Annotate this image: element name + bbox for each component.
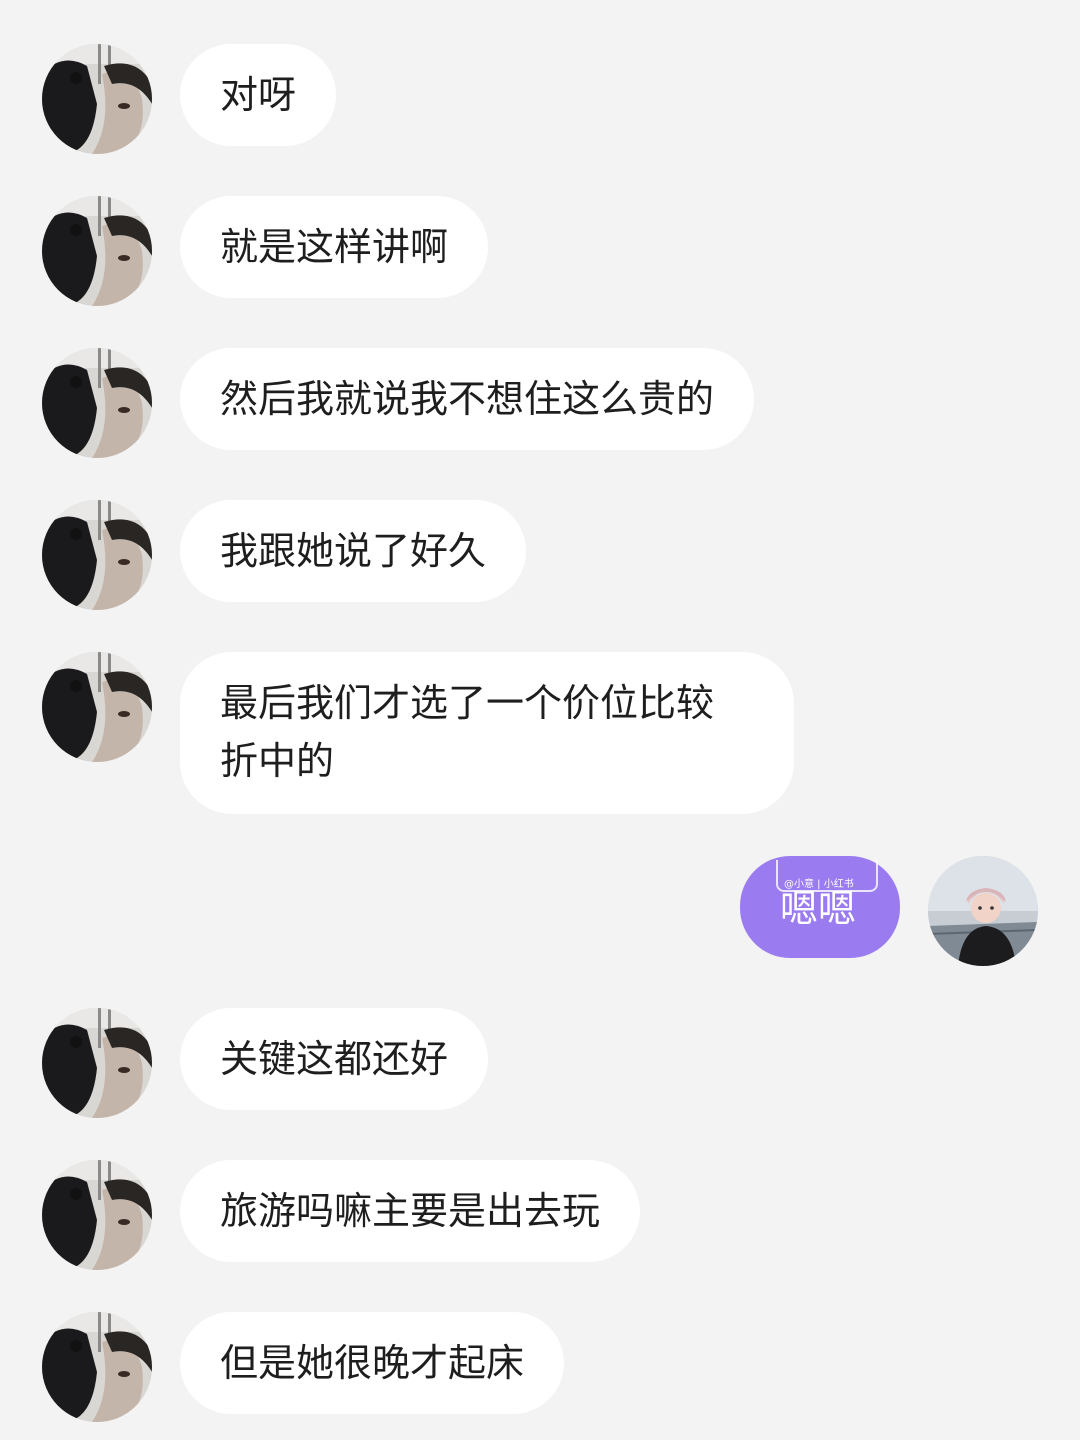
contact-avatar-icon[interactable] bbox=[42, 348, 152, 458]
message-text: 然后我就说我不想住这么贵的 bbox=[220, 377, 715, 421]
contact-avatar-icon[interactable] bbox=[42, 652, 152, 762]
message-text-line: 折中的 bbox=[220, 739, 335, 783]
message-text: 但是她很晚才起床 bbox=[220, 1341, 525, 1385]
message-text: 就是这样讲啊 bbox=[220, 225, 449, 269]
message-text: 嗯嗯 bbox=[780, 887, 857, 931]
message-bubble[interactable]: 然后我就说我不想住这么贵的 bbox=[180, 348, 755, 450]
contact-avatar-icon[interactable] bbox=[42, 44, 152, 154]
message-bubble[interactable]: 关键这都还好 bbox=[180, 1008, 489, 1110]
message-text: 关键这都还好 bbox=[220, 1037, 449, 1081]
message-bubble[interactable]: 对呀 bbox=[180, 44, 337, 146]
message-bubble[interactable]: 但是她很晚才起床 bbox=[180, 1312, 565, 1414]
message-text: 旅游吗嘛主要是出去玩 bbox=[220, 1189, 601, 1233]
contact-avatar-icon[interactable] bbox=[42, 1008, 152, 1118]
message-bubble[interactable]: 就是这样讲啊 bbox=[180, 196, 489, 298]
contact-avatar-icon[interactable] bbox=[42, 500, 152, 610]
message-bubble[interactable]: 最后我们才选了一个价位比较 折中的 bbox=[180, 652, 794, 814]
contact-avatar-icon[interactable] bbox=[42, 1312, 152, 1422]
message-text-line: 最后我们才选了一个价位比较 bbox=[220, 681, 715, 725]
message-text: 对呀 bbox=[220, 73, 297, 117]
message-bubble[interactable]: 我跟她说了好久 bbox=[180, 500, 527, 602]
contact-avatar-icon[interactable] bbox=[42, 1160, 152, 1270]
self-avatar-icon[interactable] bbox=[928, 856, 1038, 966]
message-text: 我跟她说了好久 bbox=[220, 529, 487, 573]
message-bubble[interactable]: 旅游吗嘛主要是出去玩 bbox=[180, 1160, 641, 1262]
contact-avatar-icon[interactable] bbox=[42, 196, 152, 306]
outgoing-message-bubble[interactable]: @小意 | 小红书 嗯嗯 bbox=[740, 856, 900, 958]
